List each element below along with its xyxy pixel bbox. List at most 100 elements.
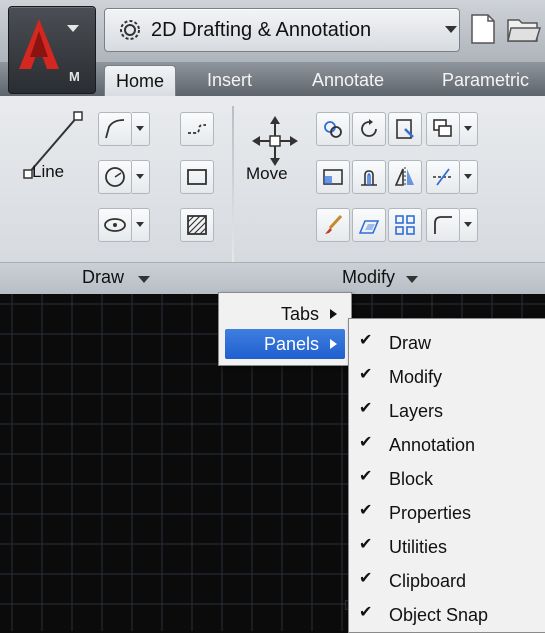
checkmark-icon: ✔ [359,536,373,553]
move-label: Move [246,164,288,183]
tab-parametric[interactable]: Parametric [430,65,541,95]
mirror-icon [394,167,414,187]
tab-home[interactable]: Home [104,65,176,96]
ribbon-context-menu: Tabs Panels [218,292,352,366]
array-button[interactable] [388,208,422,242]
submenu-item-label: Layers [389,401,444,421]
open-folder-icon[interactable] [507,16,541,42]
line-button[interactable]: Line [14,106,90,256]
polyline-button[interactable] [98,112,132,146]
ellipse-button[interactable] [98,208,132,242]
submenu-item-layers[interactable]: ✔ Layers [359,395,545,428]
gear-icon [120,20,140,40]
fillet-button[interactable] [426,208,460,242]
submenu-item-properties[interactable]: ✔ Properties [359,497,545,530]
chevron-right-icon [330,339,337,349]
new-file-icon[interactable] [470,14,496,44]
submenu-item-label: Block [389,469,434,489]
checkmark-icon: ✔ [359,468,373,485]
submenu-item-annotation[interactable]: ✔ Annotation [359,429,545,462]
tab-insert[interactable]: Insert [195,65,264,95]
spline-icon [188,124,206,134]
rotate-button[interactable] [352,112,386,146]
submenu-item-label: Annotation [389,435,476,455]
spline-button[interactable] [180,112,214,146]
modify-panel-title[interactable]: Modify [342,266,442,290]
submenu-item-label: Modify [389,367,443,387]
ellipse-dropdown[interactable] [132,208,150,242]
brush-icon [325,214,343,234]
menu-item-label: Panels [263,334,319,354]
stretch-button[interactable] [316,160,350,194]
erase-button[interactable] [426,112,460,146]
circle-icon [105,167,125,187]
workspace-selector[interactable]: 2D Drafting & Annotation [104,8,460,52]
chevron-down-icon [406,276,418,283]
circle-dropdown[interactable] [132,160,150,194]
circle-button[interactable] [98,160,132,194]
chevron-right-icon [330,309,337,319]
submenu-item-label: Object Snap [389,605,489,625]
mirror-button[interactable] [388,160,422,194]
polyline-icon [105,119,125,139]
submenu-item-utilities[interactable]: ✔ Utilities [359,531,545,564]
trim-button[interactable] [388,112,422,146]
erase-dropdown[interactable] [460,112,478,146]
checkmark-icon: ✔ [359,570,373,587]
workspace-label: 2D Drafting & Annotation [151,19,372,41]
match-properties-button[interactable] [316,208,350,242]
move-icon [252,116,298,166]
submenu-item-modify[interactable]: ✔ Modify [359,361,545,394]
ellipse-icon [104,218,126,232]
submenu-item-label: Clipboard [389,571,467,591]
hatch-button[interactable] [180,208,214,242]
rectangle-icon [187,169,207,185]
fillet-dropdown[interactable] [460,208,478,242]
app-menu-letter: M [69,69,80,84]
extend-icon [433,168,453,186]
draw-panel-title[interactable]: Draw [82,266,162,290]
move-button[interactable]: Move [242,108,308,258]
fillet-icon [434,216,452,234]
chevron-down-icon [138,276,150,283]
array-icon [395,215,415,235]
hatch-icon [187,215,207,235]
rotate-icon [361,119,377,137]
line-label: Line [32,162,65,181]
fillet-chamfer-button[interactable] [352,160,386,194]
submenu-item-block[interactable]: ✔ Block [359,463,545,496]
trim-icon [396,119,414,139]
submenu-item-object-snap[interactable]: ✔ Object Snap [359,599,545,632]
autocad-logo-icon [19,19,59,69]
rectangle-button[interactable] [180,160,214,194]
offset-icon [361,170,377,186]
scale-icon [358,220,380,234]
copy-button[interactable] [316,112,350,146]
chevron-down-icon [445,26,457,33]
scale-button[interactable] [352,208,386,242]
submenu-item-label: Properties [389,503,472,523]
checkmark-icon: ✔ [359,502,373,519]
panels-submenu: ✔ Draw ✔ Modify ✔ Layers ✔ Annotation ✔ … [348,318,545,633]
stretch-icon [323,169,343,185]
copy-icon [324,121,342,138]
submenu-item-draw[interactable]: ✔ Draw [359,327,545,360]
checkmark-icon: ✔ [359,366,373,383]
menu-item-label: Tabs [280,304,319,324]
menu-item-tabs[interactable]: Tabs [225,299,345,329]
draw-panel-title-text: Draw [82,267,125,287]
checkmark-icon: ✔ [359,332,373,349]
extend-dropdown[interactable] [460,160,478,194]
modify-panel-title-text: Modify [342,267,396,287]
menu-item-panels[interactable]: Panels [225,329,345,359]
chevron-down-icon [67,25,79,32]
submenu-item-clipboard[interactable]: ✔ Clipboard [359,565,545,598]
checkmark-icon: ✔ [359,604,373,621]
layers-icon [433,119,452,137]
submenu-item-label: Draw [389,333,432,353]
submenu-item-label: Utilities [389,537,448,557]
polyline-dropdown[interactable] [132,112,150,146]
tab-annotate[interactable]: Annotate [300,65,396,95]
application-menu-button[interactable]: M [8,6,96,94]
extend-button[interactable] [426,160,460,194]
